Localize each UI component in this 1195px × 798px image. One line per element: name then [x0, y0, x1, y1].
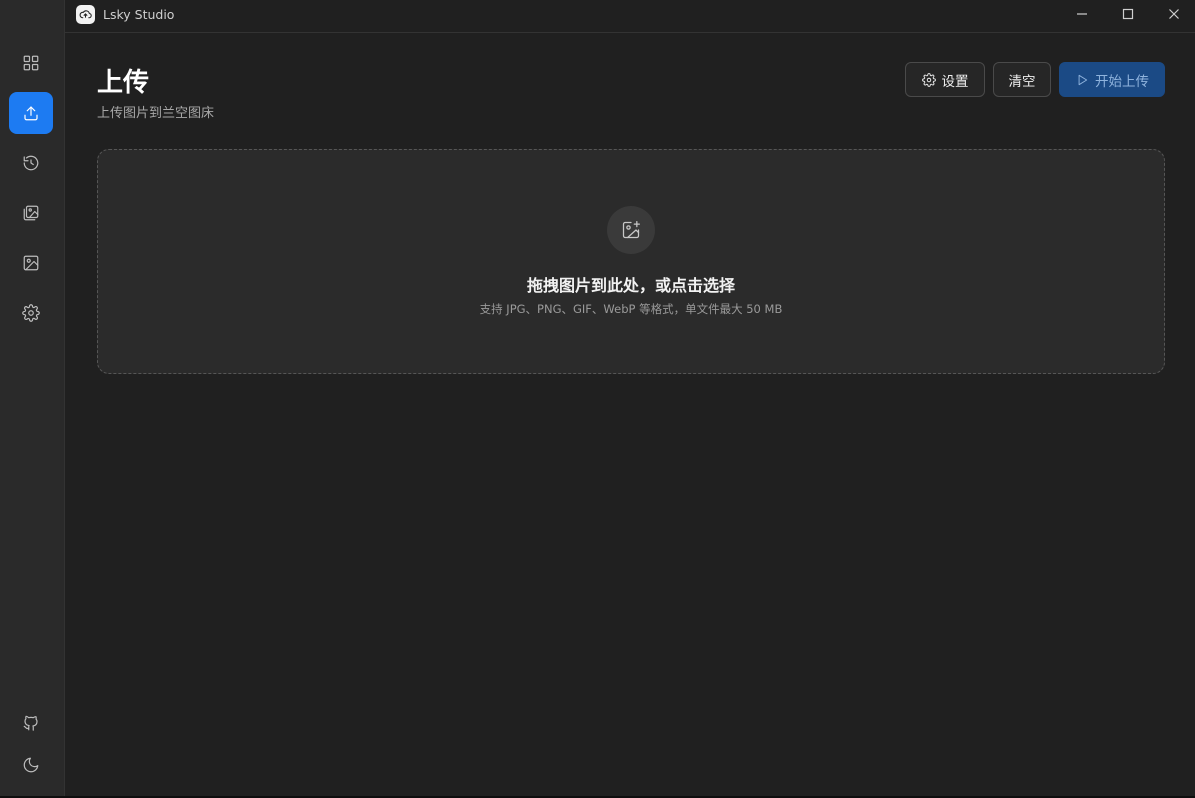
clear-button-label: 清空	[1008, 73, 1036, 90]
page-title: 上传	[97, 68, 150, 98]
close-button[interactable]	[1151, 0, 1195, 28]
settings-button-label: 设置	[941, 73, 969, 90]
upload-dropzone[interactable]: 拖拽图片到此处，或点击选择 支持 JPG、PNG、GIF、WebP 等格式，单文…	[97, 149, 1165, 374]
sidebar-item-gallery[interactable]	[9, 192, 53, 234]
close-icon	[1169, 9, 1179, 19]
maximize-icon	[1122, 8, 1134, 20]
sidebar-item-history[interactable]	[9, 142, 53, 184]
gear-icon	[921, 72, 936, 87]
minimize-button[interactable]	[1059, 0, 1105, 28]
dropzone-hint: 支持 JPG、PNG、GIF、WebP 等格式，单文件最大 50 MB	[479, 302, 783, 316]
moon-icon	[23, 757, 39, 773]
image-plus-icon	[622, 221, 640, 239]
sidebar-item-settings[interactable]	[9, 292, 53, 334]
gear-icon	[22, 304, 40, 322]
sidebar-item-dashboard[interactable]	[9, 42, 53, 84]
cloud-upload-icon	[79, 10, 92, 19]
sidebar-item-upload[interactable]	[9, 92, 53, 134]
gallery-icon	[23, 205, 39, 221]
sidebar-item-theme[interactable]	[9, 744, 53, 786]
window-title: Lsky Studio	[103, 7, 175, 22]
start-upload-button-label: 开始上传	[1095, 73, 1149, 90]
grid-icon	[23, 55, 39, 71]
upload-icon	[24, 106, 38, 121]
history-icon	[23, 155, 39, 171]
dropzone-title: 拖拽图片到此处，或点击选择	[526, 276, 735, 295]
minimize-icon	[1077, 13, 1087, 15]
sidebar	[0, 0, 65, 796]
title-bar[interactable]: Lsky Studio	[65, 0, 1195, 33]
app-window: Lsky Studio 上传 上传图片到兰空图床 设置 清空 开始上传 拖拽图片…	[0, 0, 1195, 798]
app-logo	[76, 5, 95, 24]
start-upload-button[interactable]: 开始上传	[1059, 62, 1165, 97]
page-subtitle: 上传图片到兰空图床	[97, 106, 215, 121]
sidebar-item-images[interactable]	[9, 242, 53, 284]
clear-button[interactable]: 清空	[993, 62, 1051, 97]
dropzone-icon-circle	[607, 206, 655, 254]
github-icon	[23, 715, 38, 731]
sidebar-item-github[interactable]	[9, 702, 53, 744]
play-icon	[1078, 74, 1088, 85]
image-icon	[23, 255, 39, 271]
settings-button[interactable]: 设置	[905, 62, 985, 97]
maximize-button[interactable]	[1105, 0, 1151, 28]
